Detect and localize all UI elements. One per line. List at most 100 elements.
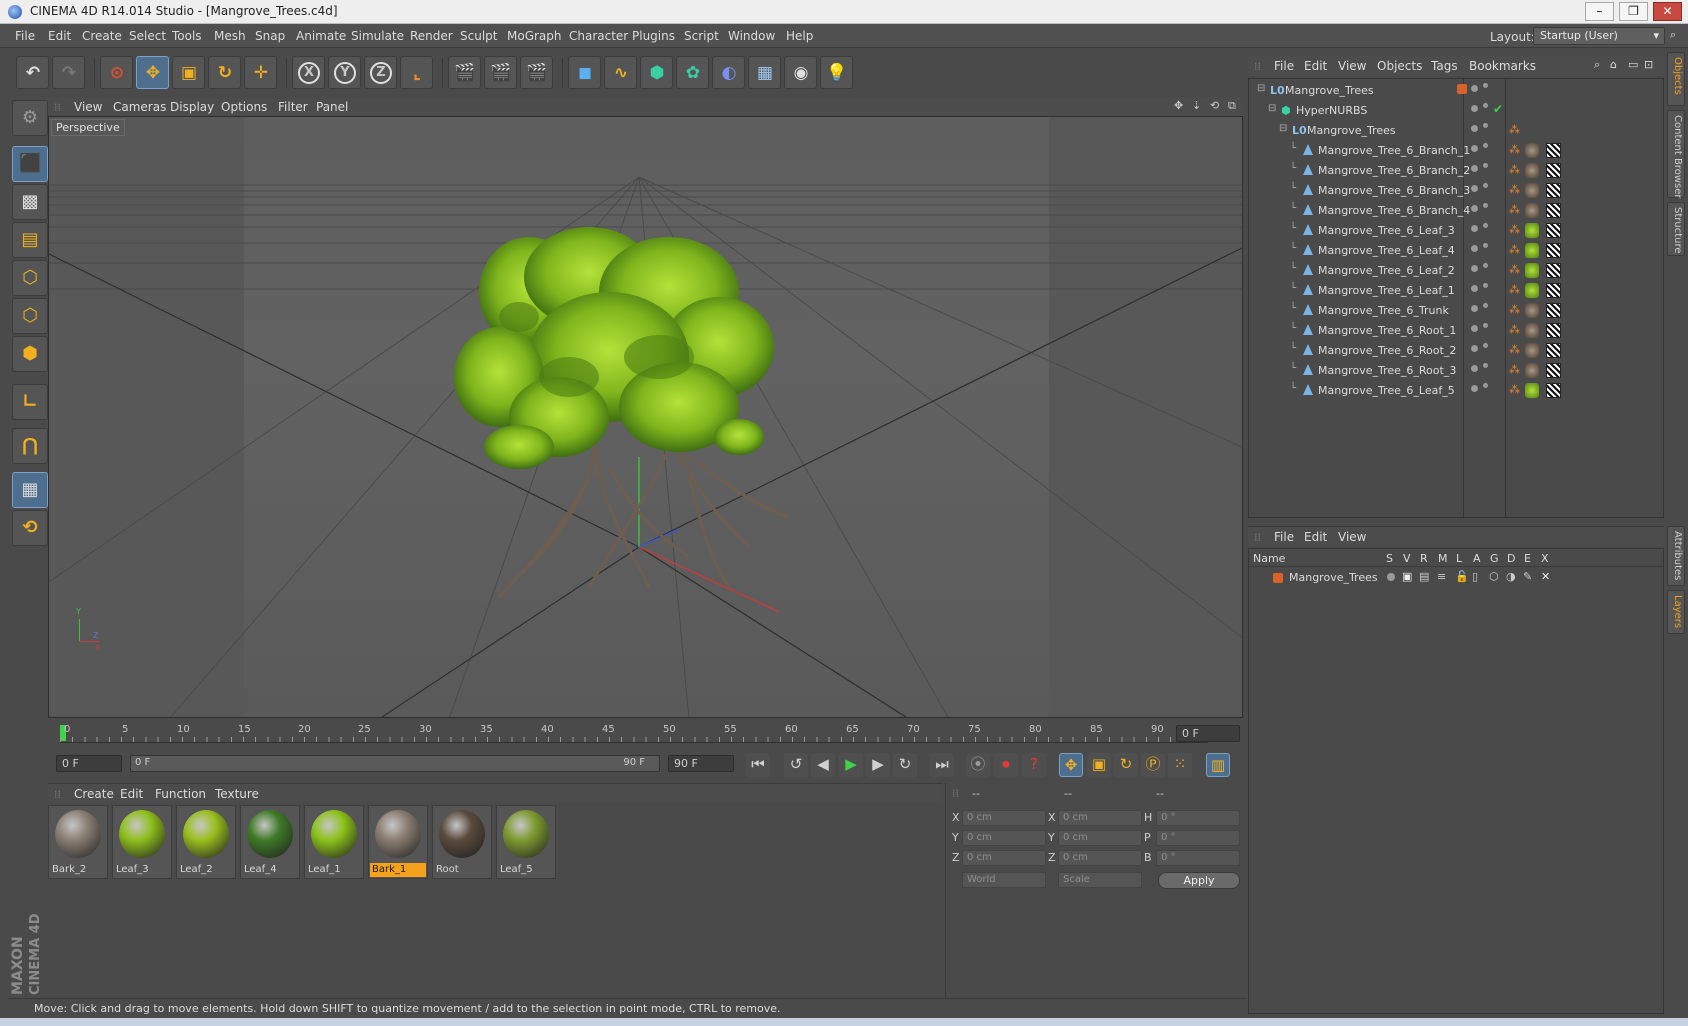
object-row[interactable]: └ Mangrove_Tree_6_Branch_4 ⁂ — [1249, 201, 1663, 221]
coordinate-system-button[interactable]: ⌞ — [400, 56, 433, 89]
render-visibility-dot[interactable] — [1483, 183, 1488, 188]
object-row[interactable]: └ Mangrove_Tree_6_Leaf_2 ⁂ — [1249, 261, 1663, 281]
uvw-tag-icon[interactable] — [1546, 203, 1561, 218]
menu-edit[interactable]: Edit — [48, 29, 71, 43]
editor-visibility-dot[interactable] — [1471, 345, 1478, 352]
record-point-level-button[interactable]: ⁙ — [1168, 753, 1192, 777]
material-tag-icon[interactable] — [1525, 243, 1539, 258]
editor-visibility-dot[interactable] — [1471, 385, 1478, 392]
generator-toggle-icon[interactable]: ⬡ — [1489, 570, 1499, 583]
uvw-tag-icon[interactable] — [1546, 303, 1561, 318]
animation-toggle-icon[interactable]: ▯ — [1472, 570, 1478, 583]
timeline-layout-button[interactable]: ▥ — [1206, 753, 1230, 777]
render-visibility-dot[interactable] — [1483, 223, 1488, 228]
new-panel-icon[interactable]: ⊡ — [1644, 58, 1653, 71]
material-swatch[interactable]: Leaf_4 — [240, 805, 300, 879]
current-frame-field[interactable]: 0 F — [1176, 725, 1240, 742]
menu-character[interactable]: Character — [569, 29, 628, 43]
object-menu-view[interactable]: View — [1338, 59, 1366, 73]
frame-range-slider[interactable]: 0 F 90 F — [130, 755, 660, 772]
rotation-h-field[interactable]: 0 ° — [1156, 810, 1240, 826]
previous-key-button[interactable]: ↺ — [784, 753, 808, 777]
editor-visibility-dot[interactable] — [1471, 85, 1478, 92]
phong-tag-icon[interactable]: ⁂ — [1509, 223, 1520, 236]
viewport-menu-view[interactable]: View — [74, 100, 102, 114]
render-visibility-dot[interactable] — [1483, 83, 1488, 88]
end-frame-field[interactable]: 90 F — [668, 755, 734, 772]
editor-visibility-dot[interactable] — [1471, 125, 1478, 132]
collapse-toggle-icon[interactable]: ⊟ — [1279, 123, 1287, 134]
uvw-tag-icon[interactable] — [1546, 323, 1561, 338]
collapse-icon[interactable]: ▭ — [1628, 58, 1638, 71]
render-visibility-dot[interactable] — [1483, 283, 1488, 288]
object-menu-edit[interactable]: Edit — [1304, 59, 1327, 73]
points-mode-button[interactable]: ⬡ — [12, 260, 48, 296]
editor-visibility-dot[interactable] — [1471, 265, 1478, 272]
layer-color-swatch[interactable] — [1273, 573, 1283, 583]
x-axis-lock-button[interactable]: X — [292, 56, 325, 89]
next-frame-button[interactable]: ▶ — [866, 753, 890, 777]
home-icon[interactable]: ⌂ — [1610, 58, 1617, 71]
size-z-field[interactable]: 0 cm — [1058, 850, 1142, 866]
workplane-mode-button[interactable]: ▤ — [12, 222, 48, 258]
render-view-button[interactable]: 🎬 — [448, 56, 481, 89]
render-settings-button[interactable]: 🎬 — [520, 56, 553, 89]
editor-visibility-dot[interactable] — [1471, 285, 1478, 292]
tab-attributes[interactable]: Attributes — [1667, 526, 1685, 586]
phong-tag-icon[interactable]: ⁂ — [1509, 323, 1520, 336]
texture-mode-button[interactable]: ▩ — [12, 184, 48, 220]
object-menu-bookmarks[interactable]: Bookmarks — [1469, 59, 1536, 73]
phong-tag-icon[interactable]: ⁂ — [1509, 263, 1520, 276]
editor-visibility-dot[interactable] — [1471, 225, 1478, 232]
layout-select[interactable]: Startup (User) ▾ — [1533, 27, 1665, 45]
phong-tag-icon[interactable]: ⁂ — [1509, 303, 1520, 316]
render-visibility-dot[interactable] — [1483, 103, 1488, 108]
layer-menu-view[interactable]: View — [1338, 530, 1366, 544]
collapse-toggle-icon[interactable]: ⊟ — [1257, 83, 1265, 94]
menu-create[interactable]: Create — [82, 29, 122, 43]
material-swatch[interactable]: Bark_1 — [368, 805, 428, 879]
tweak-mode-button[interactable]: ⋂ — [12, 428, 48, 464]
material-tag-icon[interactable] — [1525, 343, 1539, 358]
uvw-tag-icon[interactable] — [1546, 163, 1561, 178]
render-visibility-dot[interactable] — [1483, 243, 1488, 248]
material-swatch[interactable]: Root — [432, 805, 492, 879]
menu-simulate[interactable]: Simulate — [351, 29, 404, 43]
object-row[interactable]: └ Mangrove_Tree_6_Root_3 ⁂ — [1249, 361, 1663, 381]
minimize-button[interactable]: – — [1585, 2, 1614, 21]
tab-layers[interactable]: Layers — [1667, 590, 1685, 634]
nurbs-button[interactable]: ⬢ — [640, 56, 673, 89]
phong-tag-icon[interactable]: ⁂ — [1509, 343, 1520, 356]
size-y-field[interactable]: 0 cm — [1058, 830, 1142, 846]
object-row[interactable]: └ Mangrove_Tree_6_Leaf_4 ⁂ — [1249, 241, 1663, 261]
autokey-button[interactable]: ⏺ — [994, 753, 1018, 777]
deformer-toggle-icon[interactable]: ◑ — [1506, 570, 1516, 583]
viewport-menu-options[interactable]: Options — [221, 100, 267, 114]
record-keys-button[interactable]: ⦿ — [966, 753, 990, 777]
timeline-ruler[interactable]: 0 5 10 15 20 25 30 35 40 45 50 55 60 65 … — [48, 721, 1243, 747]
manager-toggle-icon[interactable]: ≡ — [1437, 570, 1446, 583]
editor-visibility-dot[interactable] — [1471, 105, 1478, 112]
play-button[interactable]: ▶ — [839, 753, 863, 777]
polygons-mode-button[interactable]: ⬢ — [12, 336, 48, 372]
go-to-start-button[interactable]: ⏮ — [746, 753, 770, 777]
axis-mode-button[interactable]: ∟ — [12, 384, 48, 420]
render-visibility-dot[interactable] — [1483, 143, 1488, 148]
material-tag-icon[interactable] — [1525, 283, 1539, 298]
editor-visibility-dot[interactable] — [1471, 245, 1478, 252]
position-x-field[interactable]: 0 cm — [962, 810, 1046, 826]
orbit-icon[interactable]: ⟲ — [1210, 99, 1219, 112]
tab-objects[interactable]: Objects — [1667, 52, 1685, 106]
enabled-check-icon[interactable]: ✔ — [1493, 102, 1503, 116]
material-swatch[interactable]: Leaf_5 — [496, 805, 556, 879]
material-tag-icon[interactable] — [1525, 363, 1539, 378]
next-key-button[interactable]: ↻ — [893, 753, 917, 777]
material-swatch[interactable]: Bark_2 — [48, 805, 108, 879]
menu-select[interactable]: Select — [129, 29, 166, 43]
object-menu-file[interactable]: File — [1274, 59, 1294, 73]
uvw-tag-icon[interactable] — [1546, 263, 1561, 278]
apply-button[interactable]: Apply — [1158, 872, 1240, 889]
light-button[interactable]: 💡 — [820, 56, 853, 89]
live-selection-button[interactable]: ⊙ — [100, 56, 133, 89]
menu-help[interactable]: Help — [786, 29, 813, 43]
